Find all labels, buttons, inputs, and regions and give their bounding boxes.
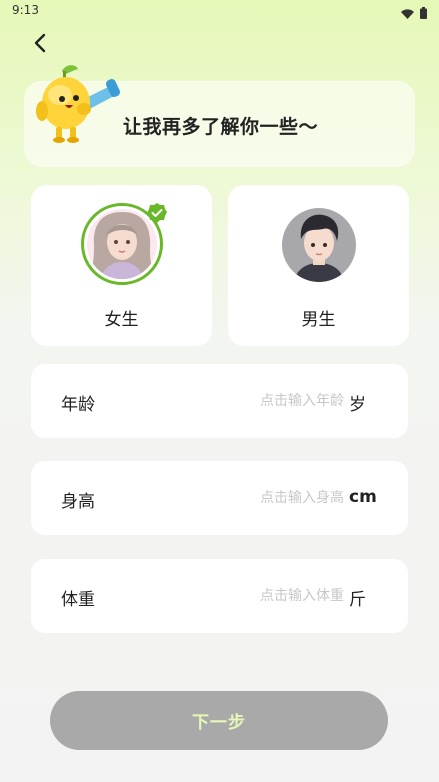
wifi-icon <box>401 4 414 23</box>
gender-option-female[interactable]: 女生 <box>31 185 212 346</box>
height-unit: cm <box>349 487 377 507</box>
check-badge-icon <box>146 202 168 224</box>
age-input[interactable] <box>214 388 344 414</box>
height-field-row: 身高 cm <box>31 461 408 535</box>
next-button[interactable]: 下一步 <box>50 691 388 750</box>
weight-label: 体重 <box>61 590 95 610</box>
age-field-row: 年龄 岁 <box>31 364 408 438</box>
avatar-male <box>279 205 359 285</box>
back-button[interactable] <box>28 30 54 56</box>
weight-unit: 斤 <box>349 590 366 610</box>
age-label: 年龄 <box>61 395 95 415</box>
gender-label-female: 女生 <box>104 310 139 330</box>
status-icons <box>401 4 427 23</box>
banner-title: 让我再多了解你一些～ <box>123 116 319 138</box>
intro-banner: 让我再多了解你一些～ <box>24 65 415 167</box>
battery-icon <box>420 4 427 23</box>
status-time: 9:13 <box>12 3 39 17</box>
weight-field-row: 体重 斤 <box>31 559 408 633</box>
age-unit: 岁 <box>349 395 366 415</box>
status-bar: 9:13 <box>0 0 439 22</box>
gender-label-male: 男生 <box>301 310 336 330</box>
avatar-female <box>80 203 167 285</box>
height-label: 身高 <box>61 492 95 512</box>
height-input[interactable] <box>214 485 344 511</box>
chevron-left-icon <box>28 33 54 60</box>
weight-input[interactable] <box>214 583 344 609</box>
mascot-illustration <box>32 65 124 153</box>
gender-option-male[interactable]: 男生 <box>228 185 409 346</box>
